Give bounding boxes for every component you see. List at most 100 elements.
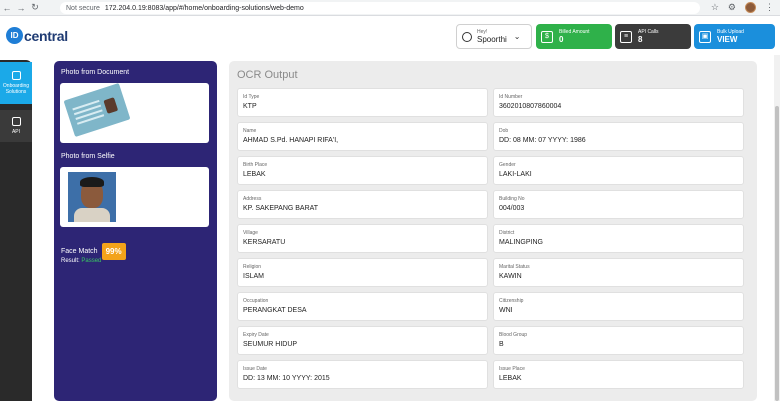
ocr-field: Birth Place LEBAK [237,156,488,185]
ocr-field: Marital Status KAWIN [493,258,744,287]
ocr-field-value: AHMAD S.Pd. HANAPI RIFA'I, [243,137,339,144]
result-line: Result: Passed [61,258,101,264]
ocr-field-label: District [499,230,515,236]
ocr-field-value: 3602010807860004 [499,103,562,110]
api-calls-value: 8 [638,35,643,44]
ocr-field: Village KERSARATU [237,224,488,253]
selfie-image [68,172,116,222]
ocr-field-value: ISLAM [243,273,265,280]
api-calls-card[interactable]: ≡ API Calls 8 [615,24,691,49]
ocr-field-value: WNI [499,307,513,314]
selfie-photo-title: Photo from Selfie [61,153,115,160]
ocr-field-value: B [499,341,504,348]
ocr-field-value: KAWIN [499,273,522,280]
ocr-field-value: DD: 08 MM: 07 YYYY: 1986 [499,137,586,144]
not-secure-label: Not secure [66,4,100,12]
ocr-field-label: Occupation [243,298,269,304]
ocr-field: Religion ISLAM [237,258,488,287]
ocr-field-value: PERANGKAT DESA [243,307,307,314]
ocr-field: Blood Group B [493,326,744,355]
result-value: Passed [81,258,102,264]
sidebar-item-label: API [11,129,21,135]
ocr-field: Id Number 3602010807860004 [493,88,744,117]
browser-menu-icon[interactable]: ⋮ [765,2,774,13]
document-photo-title: Photo from Document [61,69,130,76]
ocr-field-label: Issue Date [243,366,267,372]
box-icon: ▣ [699,30,711,43]
url-text: 172.204.0.19:8083/app/#/home/onboarding-… [104,4,304,12]
logo[interactable]: ID central [6,27,68,44]
ocr-field-label: Id Type [243,94,260,100]
scrollbar-thumb[interactable] [775,106,779,401]
bulk-upload-view[interactable]: VIEW [717,35,744,44]
ocr-field-label: Citizenship [499,298,524,304]
chevron-down-icon[interactable]: ⌄ [514,32,521,41]
ocr-field: Dob DD: 08 MM: 07 YYYY: 1986 [493,122,744,151]
sidebar-item-onboarding-solutions[interactable]: Onboarding Solutions [0,62,32,104]
photo-panel: Photo from Document Photo from Selfie Fa… [54,61,217,401]
back-icon[interactable]: ← [0,3,14,13]
ocr-field-label: Name [243,128,257,134]
ocr-field-value: KERSARATU [243,239,286,246]
ocr-field-label: Religion [243,264,262,270]
logo-text: central [24,27,68,44]
ocr-field: District MALINGPING [493,224,744,253]
ocr-field: Issue Date DD: 13 MM: 10 YYYY: 2015 [237,360,488,389]
logo-mark: ID [6,27,23,44]
ocr-field: Expiry Date SEUMUR HIDUP [237,326,488,355]
sidebar-item-api[interactable]: API [0,110,32,142]
ocr-field: Address KP. SAKEPANG BARAT [237,190,488,219]
ocr-field: Name AHMAD S.Pd. HANAPI RIFA'I, [237,122,488,151]
selfie-photo-card [60,167,209,227]
document-photo-card [60,83,209,143]
result-label: Result: [61,258,80,264]
extensions-icon[interactable]: ⚙ [728,2,736,13]
ocr-output-panel: OCR Output Id Type KTP Id Number 3602010807… [229,61,757,401]
address-bar[interactable]: Not secure 172.204.0.19:8083/app/#/home/… [60,2,700,14]
ocr-field-value: SEUMUR HIDUP [243,341,298,348]
ocr-field: Occupation PERANGKAT DESA [237,292,488,321]
face-match-label: Face Match [61,248,98,255]
ocr-field-value: KTP [243,103,257,110]
reload-icon[interactable]: ↻ [28,2,42,13]
dollar-icon: $ [541,30,553,43]
user-menu[interactable]: Hey! Spoorthi ⌄ [456,24,532,49]
ocr-field: Id Type KTP [237,88,488,117]
bookmark-star-icon[interactable]: ☆ [711,2,719,13]
ocr-field-label: Expiry Date [243,332,269,338]
ocr-title: OCR Output [237,69,298,81]
browser-toolbar: ← → ↻ Not secure 172.204.0.19:8083/app/#… [0,0,780,16]
forward-icon[interactable]: → [14,3,28,13]
ocr-field-label: Issue Place [499,366,525,372]
ocr-field-label: Blood Group [499,332,528,338]
api-calls-icon: ≡ [620,30,632,43]
ocr-field: Gender LAKI-LAKI [493,156,744,185]
sidebar-item-label: Onboarding Solutions [2,83,30,95]
bulk-upload-card[interactable]: ▣ Bulk Upload VIEW [694,24,775,49]
api-icon [11,117,21,126]
ocr-field-value: 004/003 [499,205,525,212]
id-card-image [63,83,131,138]
ocr-field-label: Gender [499,162,516,168]
ocr-field-label: Dob [499,128,509,134]
onboarding-icon [11,71,21,80]
billed-amount-card[interactable]: $ Billed Amount 0 [536,24,612,49]
ocr-field-label: Marital Status [499,264,530,270]
ocr-field-label: Building No [499,196,525,202]
ocr-field-value: DD: 13 MM: 10 YYYY: 2015 [243,375,330,382]
ocr-field-label: Id Number [499,94,523,100]
ocr-field-value: LEBAK [243,171,266,178]
ocr-field-value: MALINGPING [499,239,543,246]
billed-amount-value: 0 [559,35,564,44]
user-name: Spoorthi [477,35,507,44]
ocr-field-label: Address [243,196,262,202]
ocr-field-value: LEBAK [499,375,522,382]
ocr-field: Issue Place LEBAK [493,360,744,389]
user-icon [462,31,472,42]
browser-profile-avatar[interactable] [745,2,756,13]
ocr-field-value: KP. SAKEPANG BARAT [243,205,319,212]
app-header: ID central Hey! Spoorthi ⌄ $ Billed Amou… [0,17,780,55]
ocr-field-value: LAKI-LAKI [499,171,532,178]
ocr-field: Building No 004/003 [493,190,744,219]
ocr-field-label: Village [243,230,258,236]
